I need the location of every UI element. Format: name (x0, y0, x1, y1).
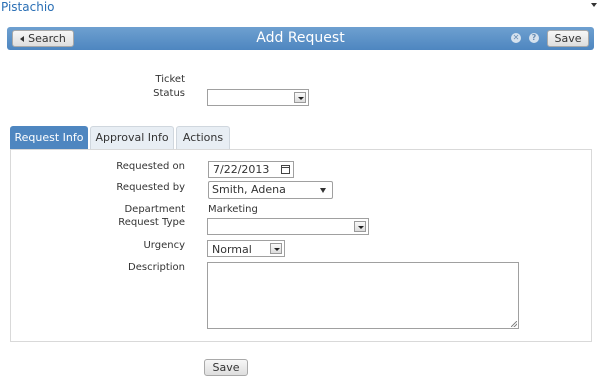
tab-actions[interactable]: Actions (176, 126, 230, 149)
requested-on-label: Requested on (116, 161, 185, 172)
request-type-select[interactable] (207, 218, 369, 235)
urgency-label: Urgency (143, 240, 185, 251)
tab-approval-info[interactable]: Approval Info (90, 126, 174, 149)
app-name-link[interactable]: Pistachio (1, 0, 55, 14)
page-title: Add Request (256, 30, 345, 46)
department-label: Department (124, 204, 185, 215)
requested-on-input[interactable]: 7/22/2013 (208, 161, 294, 178)
status-select[interactable] (207, 89, 309, 106)
requested-on-value: 7/22/2013 (213, 163, 270, 176)
app-menu-chevron-down-icon[interactable] (591, 3, 597, 7)
calendar-icon[interactable] (281, 165, 290, 174)
description-label: Description (128, 262, 185, 273)
request-type-label: Request Type (118, 217, 185, 228)
title-bar: Search Add Request ✕ ? Save (7, 27, 594, 50)
chevron-down-icon (294, 92, 306, 103)
resize-handle-icon[interactable] (511, 321, 517, 327)
department-value: Marketing (208, 204, 258, 215)
requested-by-value: Smith, Adena (212, 183, 286, 196)
help-icon[interactable]: ? (529, 33, 539, 43)
urgency-value: Normal (212, 243, 252, 256)
save-button-top[interactable]: Save (547, 30, 589, 47)
requested-by-label: Requested by (116, 182, 185, 193)
close-icon[interactable]: ✕ (511, 33, 521, 43)
tab-request-info[interactable]: Request Info (10, 126, 88, 149)
chevron-down-icon (270, 243, 282, 254)
description-textarea[interactable] (207, 262, 519, 329)
ticket-label: Ticket (155, 74, 185, 85)
chevron-down-icon (320, 188, 326, 193)
urgency-select[interactable]: Normal (207, 240, 285, 257)
status-label: Status (153, 88, 185, 99)
chevron-down-icon (354, 221, 366, 232)
save-button-bottom[interactable]: Save (204, 359, 248, 376)
requested-by-select[interactable]: Smith, Adena (208, 181, 333, 199)
